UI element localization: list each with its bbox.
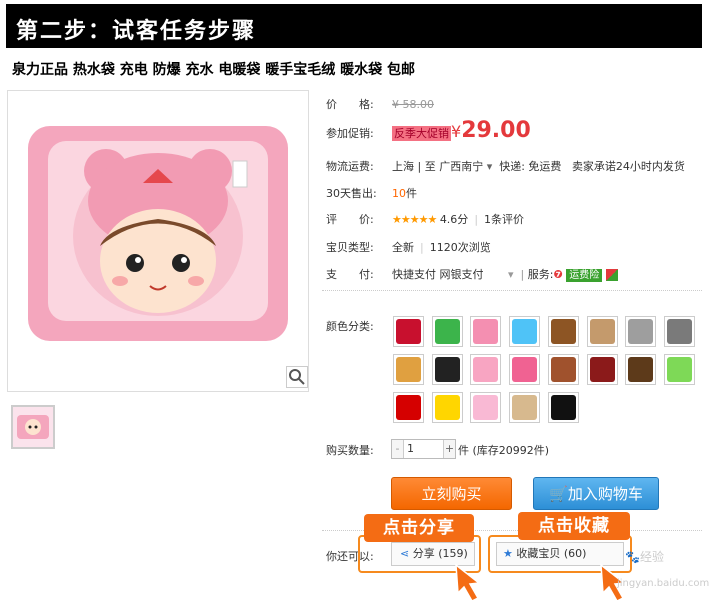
sales-row: 30天售出: 10件	[326, 185, 417, 201]
guarantee-icon	[605, 269, 618, 281]
zoom-icon[interactable]	[286, 366, 308, 388]
service-label: 服务:	[527, 268, 554, 281]
rating-score: 4.6分	[439, 213, 469, 226]
color-label: 颜色分类:	[326, 320, 374, 333]
quantity-label: 购买数量:	[326, 444, 374, 457]
color-swatch-grey[interactable]	[663, 316, 695, 347]
color-swatch-dark-brown[interactable]	[625, 354, 657, 385]
payment-row: 支 付: 快捷支付 网银支付 ▾ | 服务:❼ 运费险	[326, 266, 618, 282]
sales-unit: 件	[406, 187, 417, 200]
color-swatch-pig-pink[interactable]	[470, 316, 502, 347]
shipping-label: 物流运费:	[326, 160, 374, 173]
condition-label: 宝贝类型:	[326, 241, 374, 254]
color-swatch-orange[interactable]	[393, 354, 424, 385]
original-currency: ¥	[392, 98, 399, 111]
color-swatch-dark-red[interactable]	[586, 354, 618, 385]
promo-row: 参加促销: 反季大促销 ¥29.00	[326, 118, 531, 143]
paw-icon: 🐾	[625, 550, 640, 564]
promo-label: 参加促销:	[326, 127, 374, 140]
hot-water-bag-image	[28, 126, 288, 341]
star-icon: ★	[503, 547, 513, 560]
product-thumbnail[interactable]	[11, 405, 55, 449]
pointer-arrow-icon	[455, 563, 481, 602]
quantity-plus-button[interactable]: +	[443, 440, 455, 458]
rating-label: 评 价:	[326, 213, 374, 226]
quantity-minus-button[interactable]: -	[392, 440, 404, 458]
share-label: 分享 (159)	[412, 547, 468, 560]
color-swatch-red[interactable]	[393, 392, 424, 423]
color-swatch-yellow[interactable]	[431, 392, 463, 423]
product-main-image[interactable]	[7, 90, 309, 392]
watermark: 🐾经验	[625, 548, 664, 565]
dropdown-icon[interactable]: ▾	[508, 268, 514, 281]
shipping-row: 物流运费: 上海 | 至 广西南宁 ▾ 快递: 免运费 卖家承诺24小时内发货	[326, 158, 685, 174]
color-swatch-frog-green[interactable]	[431, 316, 463, 347]
color-swatch-black[interactable]	[431, 354, 463, 385]
watermark-text: 经验	[639, 550, 664, 564]
product-title: 泉力正品 热水袋 充电 防爆 充水 电暖袋 暖手宝毛绒 暖水袋 包邮	[12, 62, 415, 78]
cart-icon: 🛒	[549, 485, 568, 503]
shipping-promise: 卖家承诺24小时内发货	[571, 160, 685, 173]
quantity-stepper[interactable]: - 1 +	[391, 439, 456, 459]
color-swatch-pink2[interactable]	[509, 354, 541, 385]
buy-now-button[interactable]: 立刻购买	[391, 477, 512, 510]
color-swatch-black2[interactable]	[547, 392, 579, 423]
chevron-down-icon[interactable]: ▾	[487, 160, 493, 173]
rating-row: 评 价: ★★★★★ 4.6分 | 1条评价	[326, 213, 525, 226]
price-label: 价 格:	[326, 98, 374, 111]
payment-methods: 快捷支付 网银支付	[392, 268, 484, 281]
star-rating-icon: ★★★★★	[392, 213, 437, 226]
sales-count: 10	[392, 187, 406, 200]
favorite-label: 收藏宝贝 (60)	[516, 547, 587, 560]
original-price: 58.00	[402, 98, 435, 111]
color-swatch-bear-red[interactable]	[393, 316, 424, 347]
color-swatch-brown[interactable]	[547, 354, 579, 385]
shipping-fee: 快递: 免运费	[499, 160, 562, 173]
header-title: 第二步：试客任务步骤	[16, 19, 257, 44]
condition-row: 宝贝类型: 全新 | 1120次浏览	[326, 241, 491, 254]
color-swatch-blue[interactable]	[509, 316, 541, 347]
price-row: 价 格: ¥ 58.00	[326, 96, 434, 112]
seven-day-icon: ❼	[553, 268, 563, 281]
add-to-cart-label: 加入购物车	[567, 485, 643, 503]
color-swatch-light-pink[interactable]	[470, 392, 502, 423]
insurance-badge[interactable]: 运费险	[566, 269, 603, 282]
share-icon: ⋖	[400, 547, 410, 560]
stock-info: 件 (库存20992件)	[458, 444, 550, 457]
color-swatch-panda[interactable]	[625, 316, 657, 347]
click-favorite-annotation: 点击收藏	[518, 512, 630, 540]
click-share-annotation: 点击分享	[364, 514, 474, 542]
payment-label: 支 付:	[326, 268, 374, 281]
shipping-destination[interactable]: 上海 | 至 广西南宁	[392, 160, 483, 173]
condition-type: 全新	[392, 241, 414, 254]
add-to-cart-button[interactable]: 🛒加入购物车	[533, 477, 659, 510]
view-count: 1120次浏览	[429, 241, 491, 254]
promo-badge: 反季大促销	[392, 126, 451, 141]
color-swatch-beige[interactable]	[509, 392, 541, 423]
watermark-site: jingyan.baidu.com	[617, 578, 710, 589]
color-swatch-tan[interactable]	[586, 316, 618, 347]
quantity-input[interactable]: 1	[404, 440, 443, 458]
color-swatch-green[interactable]	[663, 354, 695, 385]
page-header: 第二步：试客任务步骤	[6, 4, 702, 48]
promo-currency: ¥	[451, 122, 462, 141]
sales-label: 30天售出:	[326, 187, 377, 200]
color-swatch-pink[interactable]	[470, 354, 502, 385]
color-swatch-bear-brown[interactable]	[547, 316, 579, 347]
promo-price: 29.00	[461, 118, 531, 143]
review-count-link[interactable]: 1条评价	[484, 213, 524, 226]
